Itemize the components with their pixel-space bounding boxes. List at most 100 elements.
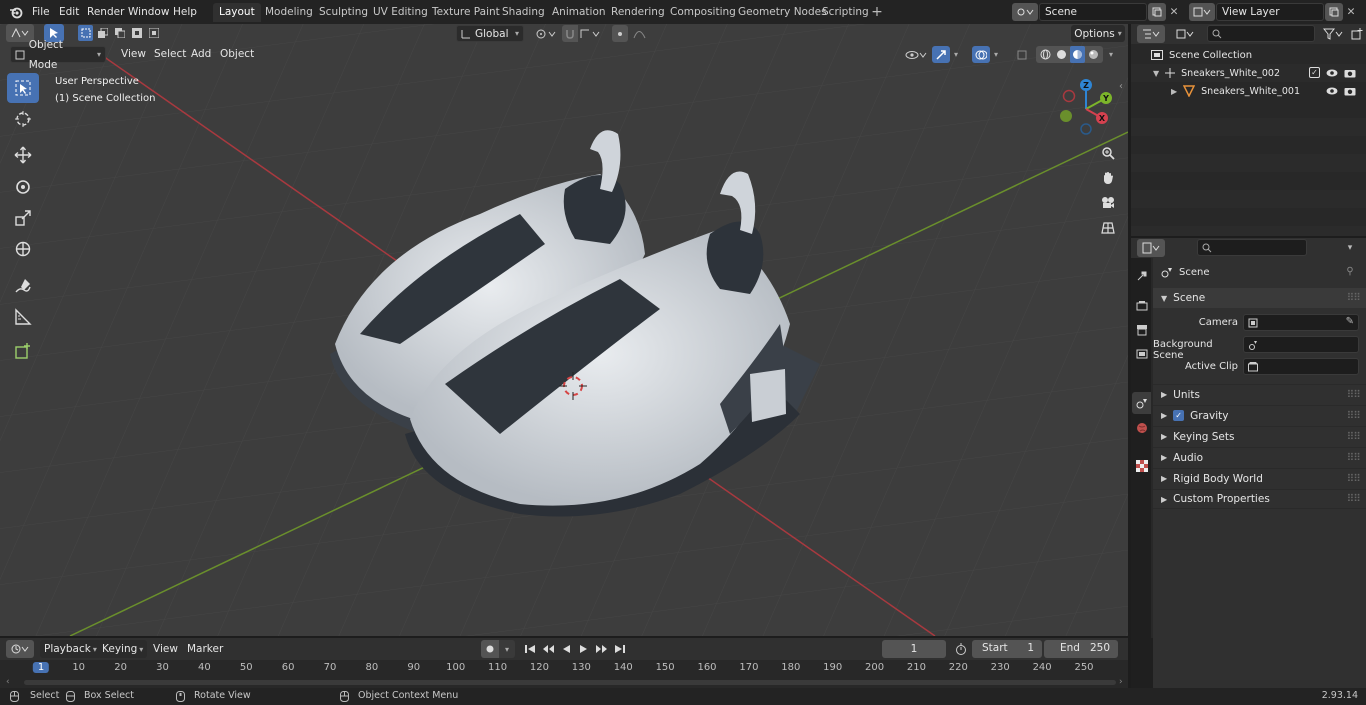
- delete-scene-icon[interactable]: ✕: [1166, 3, 1182, 21]
- camera-view-icon[interactable]: [1097, 192, 1119, 214]
- background-scene-field[interactable]: [1243, 336, 1359, 353]
- solid-shading-icon[interactable]: [1054, 46, 1069, 63]
- annotate-tool-icon[interactable]: [7, 271, 39, 301]
- pan-hand-icon[interactable]: [1097, 167, 1119, 189]
- add-workspace-icon[interactable]: +: [869, 4, 885, 20]
- tool-tab-icon[interactable]: [1133, 266, 1150, 286]
- measure-tool-icon[interactable]: [7, 302, 39, 332]
- active-clip-field[interactable]: [1243, 358, 1359, 375]
- drag-handle-icon[interactable]: ⠿⠿: [1347, 493, 1361, 505]
- material-preview-icon[interactable]: [1070, 46, 1085, 63]
- rotate-tool-icon[interactable]: [7, 172, 39, 202]
- timeline-menu-view[interactable]: View: [148, 640, 183, 658]
- add-cube-tool-icon[interactable]: [7, 336, 39, 366]
- transform-orientation-dropdown[interactable]: Global ▾: [456, 25, 524, 42]
- current-frame-field[interactable]: 1: [882, 640, 946, 658]
- camera-render-icon[interactable]: [1343, 66, 1357, 80]
- end-frame-field[interactable]: End 250: [1044, 640, 1118, 658]
- outliner-row-scene-collection[interactable]: Scene Collection: [1131, 46, 1366, 64]
- camera-render-icon[interactable]: [1343, 84, 1357, 98]
- cursor-tool-icon[interactable]: [7, 104, 39, 134]
- header-menu-object[interactable]: Object: [215, 45, 259, 63]
- camera-field[interactable]: ✎: [1243, 314, 1359, 331]
- texture-tab-icon[interactable]: [1133, 456, 1150, 476]
- properties-editor-type-icon[interactable]: [1137, 239, 1165, 257]
- drag-handle-icon[interactable]: ⠿⠿: [1347, 452, 1361, 464]
- tab-animation[interactable]: Animation: [546, 3, 612, 22]
- rendered-shading-icon[interactable]: [1086, 46, 1101, 63]
- scene-type-icon[interactable]: [1012, 3, 1038, 21]
- units-panel-header[interactable]: ▶ Units ⠿⠿: [1153, 384, 1366, 404]
- timeline-editor-type-icon[interactable]: [6, 640, 34, 658]
- shading-menu-chevron-icon[interactable]: ▾: [1104, 46, 1118, 63]
- new-collection-icon[interactable]: [1349, 25, 1365, 43]
- custom-properties-panel-header[interactable]: ▶ Custom Properties ⠿⠿: [1153, 489, 1366, 509]
- scene-name-field[interactable]: Scene: [1039, 3, 1147, 21]
- proportional-edit-icon[interactable]: [612, 25, 628, 42]
- wireframe-shading-icon[interactable]: [1038, 46, 1053, 63]
- navigation-gizmo[interactable]: Z Y X: [1056, 74, 1116, 139]
- timeline-ruler[interactable]: 1 10 20 30 40 50 60 70 80 90 100 110 120 130 140 150 160…: [0, 660, 1128, 688]
- view-layer-tab-icon[interactable]: [1133, 344, 1150, 364]
- drag-handle-icon[interactable]: ⠿⠿: [1347, 389, 1361, 401]
- transform-tool-icon[interactable]: [7, 234, 39, 264]
- outliner-editor-type-icon[interactable]: [1137, 25, 1165, 43]
- overlays-menu-chevron-icon[interactable]: ▾: [990, 46, 1002, 63]
- xray-toggle-icon[interactable]: [1014, 46, 1030, 63]
- scene-section-header[interactable]: ▼ Scene ⠿⠿: [1153, 288, 1366, 308]
- scale-tool-icon[interactable]: [7, 203, 39, 233]
- jump-end-icon[interactable]: [612, 640, 628, 658]
- drag-handle-icon[interactable]: ⠿⠿: [1347, 473, 1361, 485]
- tab-modeling[interactable]: Modeling: [259, 3, 319, 22]
- properties-search-input[interactable]: [1197, 239, 1307, 256]
- eye-visibility-icon[interactable]: [1325, 84, 1339, 98]
- view-layer-field[interactable]: View Layer: [1216, 3, 1324, 21]
- keying-options-chevron-icon[interactable]: ▾: [499, 640, 515, 658]
- properties-options-chevron-icon[interactable]: ▾: [1342, 239, 1358, 257]
- jump-start-icon[interactable]: [522, 640, 538, 658]
- mode-dropdown[interactable]: Object Mode ▾: [10, 39, 106, 71]
- outliner-row-sneakers-002[interactable]: ▼ Sneakers_White_002 ✓: [1131, 64, 1366, 82]
- pin-icon[interactable]: ⚲: [1343, 264, 1357, 278]
- gravity-checkbox[interactable]: ✓: [1173, 410, 1185, 421]
- play-icon[interactable]: [576, 640, 592, 658]
- start-frame-field[interactable]: Start 1: [972, 640, 1042, 658]
- outliner-search-input[interactable]: [1207, 25, 1315, 42]
- 3d-viewport[interactable]: Global ▾ Options ▾ Object Mode ▾ View Se…: [0, 24, 1128, 636]
- select-invert-icon[interactable]: [129, 25, 144, 41]
- tab-scripting[interactable]: Scripting: [816, 3, 875, 22]
- pivot-point-icon[interactable]: [530, 25, 560, 42]
- prev-keyframe-icon[interactable]: [540, 640, 556, 658]
- exclude-checkbox[interactable]: ✓: [1309, 67, 1320, 78]
- proportional-falloff-icon[interactable]: [630, 25, 654, 42]
- gravity-panel-header[interactable]: ▶ ✓ Gravity ⠿⠿: [1153, 405, 1366, 425]
- menu-file[interactable]: File: [27, 3, 55, 21]
- menu-window[interactable]: Window: [123, 3, 174, 21]
- drag-handle-icon[interactable]: ⠿⠿: [1347, 410, 1361, 422]
- menu-help[interactable]: Help: [168, 3, 202, 21]
- display-mode-icon[interactable]: [1171, 25, 1199, 43]
- tab-texture-paint[interactable]: Texture Paint: [426, 3, 506, 22]
- tab-rendering[interactable]: Rendering: [605, 3, 671, 22]
- overlays-toggle-icon[interactable]: [972, 46, 990, 63]
- output-tab-icon[interactable]: [1133, 320, 1150, 340]
- view-layer-type-icon[interactable]: [1189, 3, 1215, 21]
- auto-keying-icon[interactable]: [481, 640, 499, 658]
- zoom-icon[interactable]: [1097, 142, 1119, 164]
- scroll-right-icon[interactable]: ›: [1119, 677, 1123, 687]
- keying-menu[interactable]: Keying ▾: [98, 640, 148, 658]
- timeline-menu-marker[interactable]: Marker: [182, 640, 228, 658]
- next-keyframe-icon[interactable]: [594, 640, 610, 658]
- stopwatch-icon[interactable]: [952, 640, 970, 658]
- sidebar-toggle-icon[interactable]: ‹: [1116, 78, 1126, 94]
- eyedropper-icon[interactable]: ✎: [1346, 316, 1354, 327]
- tab-layout[interactable]: Layout: [213, 3, 261, 22]
- render-tab-icon[interactable]: [1133, 296, 1150, 316]
- tab-uv-editing[interactable]: UV Editing: [367, 3, 434, 22]
- rigid-body-world-panel-header[interactable]: ▶ Rigid Body World ⠿⠿: [1153, 468, 1366, 488]
- header-menu-add[interactable]: Add: [186, 45, 216, 63]
- expand-arrow-icon[interactable]: ▶: [1171, 87, 1177, 96]
- tab-compositing[interactable]: Compositing: [664, 3, 742, 22]
- tweak-select-tool-icon[interactable]: [7, 73, 39, 103]
- audio-panel-header[interactable]: ▶ Audio ⠿⠿: [1153, 447, 1366, 467]
